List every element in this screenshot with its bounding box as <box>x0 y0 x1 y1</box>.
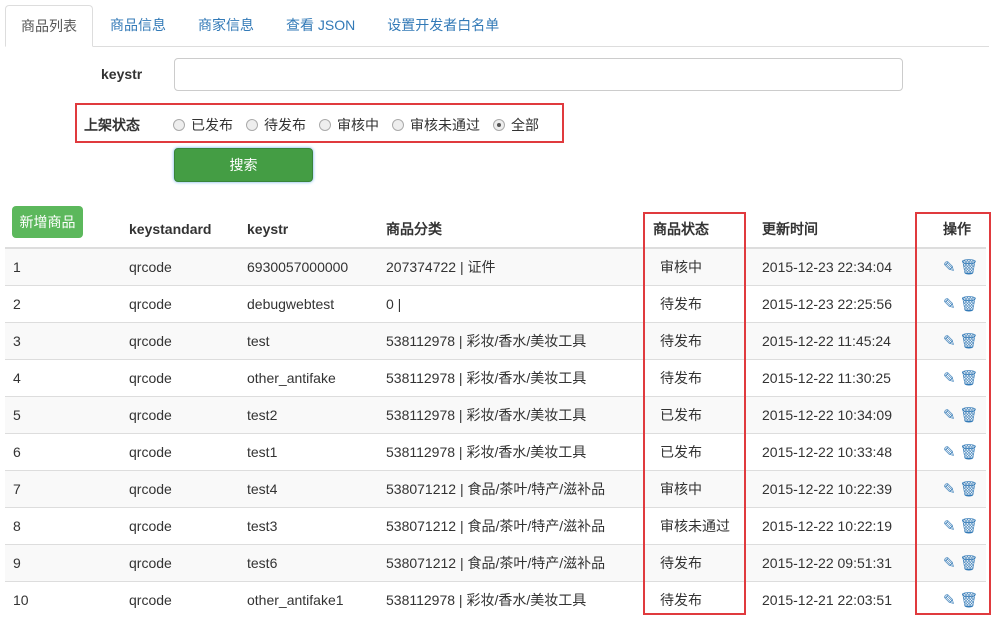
product-table: keystandard keystr 商品分类 商品状态 更新时间 操作 1 qrcode 6… <box>5 210 986 618</box>
table-cell: 4 <box>5 358 121 396</box>
table-cell: qrcode <box>121 432 239 470</box>
table-cell: qrcode <box>121 284 239 322</box>
table-cell: 538112978 | 彩妆/香水/美妆工具 <box>378 358 645 396</box>
table-cell: qrcode <box>121 395 239 433</box>
table-cell: test3 <box>239 506 378 544</box>
table-row: 9 qrcode test6 538071212 | 食品/茶叶/特产/滋补品 待发布 2… <box>5 543 986 581</box>
table-cell: qrcode <box>121 543 239 581</box>
table-cell: 2015-12-22 11:45:24 <box>754 321 921 359</box>
tab-merchant-info[interactable]: 商家信息 <box>183 5 269 46</box>
table-row: 5 qrcode test2 538112978 | 彩妆/香水/美妆工具 已发布 201… <box>5 395 986 433</box>
tab-view-json[interactable]: 查看 JSON <box>271 5 370 46</box>
column-header <box>5 210 121 249</box>
table-cell: 2015-12-23 22:34:04 <box>754 247 921 285</box>
table-row: 7 qrcode test4 538071212 | 食品/茶叶/特产/滋补品 审核中 2… <box>5 469 986 507</box>
table-cell: 538112978 | 彩妆/香水/美妆工具 <box>378 580 645 618</box>
table-cell: 2 <box>5 284 121 322</box>
table-cell: 538071212 | 食品/茶叶/特产/滋补品 <box>378 506 645 544</box>
table-cell: 6930057000000 <box>239 247 378 285</box>
table-cell: 2015-12-22 10:22:19 <box>754 506 921 544</box>
keystr-label: keystr <box>101 66 143 82</box>
table-row: 4 qrcode other_antifake 538112978 | 彩妆/香水/美… <box>5 358 986 396</box>
table-cell: qrcode <box>121 247 239 285</box>
highlight-status-column <box>643 212 746 615</box>
table-cell: other_antifake1 <box>239 580 378 618</box>
column-header: keystandard <box>121 210 239 249</box>
table-cell: 538071212 | 食品/茶叶/特产/滋补品 <box>378 543 645 581</box>
table-cell: test <box>239 321 378 359</box>
table-cell: 2015-12-22 10:22:39 <box>754 469 921 507</box>
table-cell: qrcode <box>121 358 239 396</box>
column-header: keystr <box>239 210 378 249</box>
table-cell: test1 <box>239 432 378 470</box>
table-cell: 207374722 | 证件 <box>378 247 645 285</box>
table-row: 10 qrcode other_antifake1 538112978 | 彩妆/香水… <box>5 580 986 618</box>
highlight-status-filter <box>75 103 564 143</box>
table-row: 2 qrcode debugwebtest 0 | 待发布 2015-12-23 22:2… <box>5 284 986 322</box>
table-cell: 2015-12-23 22:25:56 <box>754 284 921 322</box>
tab-bar: 商品列表 商品信息 商家信息 查看 JSON 设置开发者白名单 <box>5 5 989 47</box>
table-cell: debugwebtest <box>239 284 378 322</box>
table-cell: 5 <box>5 395 121 433</box>
search-button[interactable]: 搜索 <box>174 148 313 182</box>
table-cell: 9 <box>5 543 121 581</box>
table-cell: 2015-12-22 11:30:25 <box>754 358 921 396</box>
table-cell: 8 <box>5 506 121 544</box>
table-cell: 0 | <box>378 284 645 322</box>
table-row: 3 qrcode test 538112978 | 彩妆/香水/美妆工具 待发布 2015… <box>5 321 986 359</box>
table-cell: 538112978 | 彩妆/香水/美妆工具 <box>378 395 645 433</box>
table-cell: 2015-12-21 22:03:51 <box>754 580 921 618</box>
table-cell: 6 <box>5 432 121 470</box>
table-cell: qrcode <box>121 469 239 507</box>
highlight-actions-column <box>915 212 991 615</box>
table-cell: qrcode <box>121 506 239 544</box>
tab-product-info[interactable]: 商品信息 <box>95 5 181 46</box>
table-cell: 10 <box>5 580 121 618</box>
tab-product-list[interactable]: 商品列表 <box>5 5 93 47</box>
table-cell: 538071212 | 食品/茶叶/特产/滋补品 <box>378 469 645 507</box>
table-cell: test4 <box>239 469 378 507</box>
table-cell: test6 <box>239 543 378 581</box>
table-cell: qrcode <box>121 580 239 618</box>
table-row: 6 qrcode test1 538112978 | 彩妆/香水/美妆工具 已发布 201… <box>5 432 986 470</box>
table-cell: 2015-12-22 09:51:31 <box>754 543 921 581</box>
table-cell: 3 <box>5 321 121 359</box>
table-cell: 2015-12-22 10:34:09 <box>754 395 921 433</box>
column-header: 更新时间 <box>754 210 921 249</box>
table-cell: 7 <box>5 469 121 507</box>
table-cell: 2015-12-22 10:33:48 <box>754 432 921 470</box>
tab-dev-whitelist[interactable]: 设置开发者白名单 <box>372 5 514 46</box>
keystr-input[interactable] <box>174 58 903 91</box>
table-cell: other_antifake <box>239 358 378 396</box>
table-cell: 1 <box>5 247 121 285</box>
column-header: 商品分类 <box>378 210 645 249</box>
table-row: 1 qrcode 6930057000000 207374722 | 证件 审核中 201… <box>5 247 986 285</box>
table-cell: 538112978 | 彩妆/香水/美妆工具 <box>378 321 645 359</box>
table-cell: 538112978 | 彩妆/香水/美妆工具 <box>378 432 645 470</box>
table-cell: test2 <box>239 395 378 433</box>
table-row: 8 qrcode test3 538071212 | 食品/茶叶/特产/滋补品 审核未通… <box>5 506 986 544</box>
table-cell: qrcode <box>121 321 239 359</box>
